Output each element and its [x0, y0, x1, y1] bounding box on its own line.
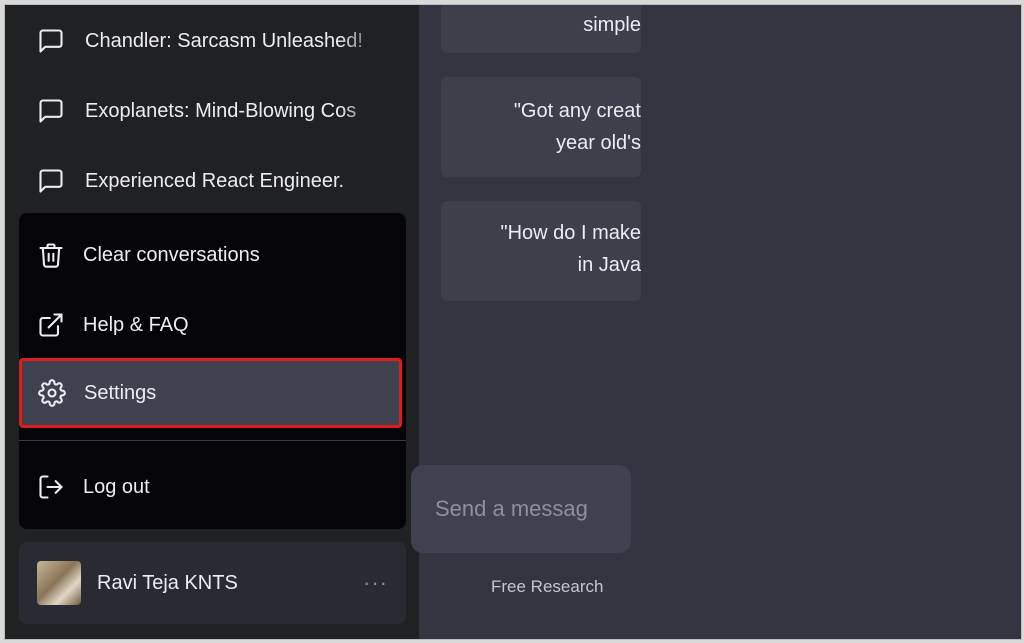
message-input[interactable]: Send a messag [411, 465, 631, 553]
chat-bubble-icon [37, 97, 65, 125]
user-name: Ravi Teja KNTS [97, 571, 238, 594]
app-window: Chandler: Sarcasm Unleashed! Exoplanets:… [4, 4, 1022, 640]
history-item-label: Chandler: Sarcasm Unleashed! [85, 29, 363, 52]
example-prompt-card[interactable]: "How do I make in Java [441, 201, 641, 301]
external-link-icon [37, 311, 65, 339]
menu-item-label: Settings [84, 381, 157, 404]
example-prompt-card[interactable]: "Got any creat year old's [441, 77, 641, 177]
card-line: "Got any creat [513, 100, 641, 122]
history-item-label: Exoplanets: Mind-Blowing Cos [85, 99, 357, 122]
history-item-chandler[interactable]: Chandler: Sarcasm Unleashed! [21, 11, 401, 71]
history-item-label: Experienced React Engineer. [85, 169, 345, 192]
help-faq-link[interactable]: Help & FAQ [19, 291, 406, 359]
card-line: year old's [556, 132, 641, 154]
gear-icon [38, 379, 66, 407]
more-options-icon[interactable]: ··· [363, 570, 388, 596]
menu-item-label: Clear conversations [83, 243, 260, 266]
avatar [37, 561, 81, 605]
history-item-react[interactable]: Experienced React Engineer. [21, 151, 401, 211]
sidebar: Chandler: Sarcasm Unleashed! Exoplanets:… [5, 5, 419, 639]
card-line: "How do I make [500, 222, 642, 244]
card-line: in Java [577, 254, 641, 276]
clear-conversations-button[interactable]: Clear conversations [19, 221, 406, 289]
example-prompt-card[interactable]: simple [441, 5, 641, 53]
chat-bubble-icon [37, 27, 65, 55]
menu-item-label: Help & FAQ [83, 313, 189, 336]
history-item-exoplanets[interactable]: Exoplanets: Mind-Blowing Cos [21, 81, 401, 141]
menu-item-label: Log out [83, 475, 150, 498]
card-line: simple [583, 14, 641, 36]
logout-button[interactable]: Log out [19, 453, 406, 521]
logout-icon [37, 473, 65, 501]
account-menu: Clear conversations Help & FAQ Settings [19, 213, 406, 529]
chat-bubble-icon [37, 167, 65, 195]
trash-icon [37, 241, 65, 269]
settings-button[interactable]: Settings [19, 358, 402, 428]
message-placeholder: Send a messag [435, 496, 588, 521]
footer-note: Free Research [491, 577, 604, 596]
menu-divider [19, 440, 406, 441]
user-menu-button[interactable]: Ravi Teja KNTS ··· [19, 542, 406, 624]
